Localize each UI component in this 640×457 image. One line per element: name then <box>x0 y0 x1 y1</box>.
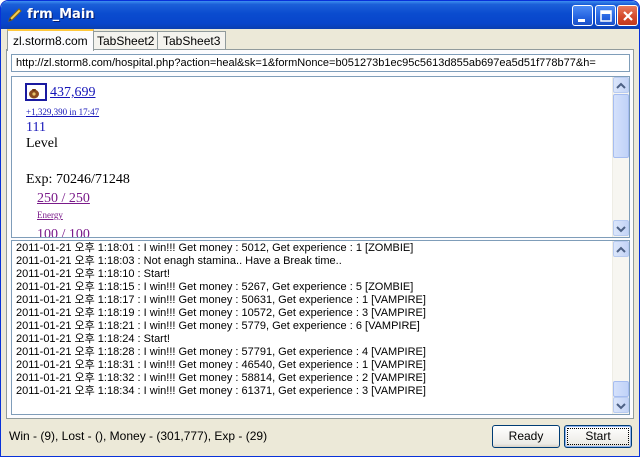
log-line: 2011-01-21 오후 1:18:24 : Start! <box>16 333 170 345</box>
main-window: frm_Main zl.storm8.com TabSheet2 TabShee… <box>0 0 640 457</box>
title-bar[interactable]: frm_Main <box>1 1 639 29</box>
log-line: 2011-01-21 오후 1:18:15 : I win!!! Get mon… <box>16 281 414 293</box>
maximize-icon <box>600 10 612 22</box>
cash-income-link[interactable]: +1,329,390 in 17:47 <box>26 107 99 117</box>
scroll-thumb[interactable] <box>613 94 629 158</box>
log-line: 2011-01-21 오후 1:18:01 : I win!!! Get mon… <box>16 242 414 254</box>
level-label: Level <box>26 136 58 151</box>
chevron-down-icon <box>616 403 626 410</box>
scroll-up-button[interactable] <box>613 77 629 93</box>
log-line: 2011-01-21 오후 1:18:34 : I win!!! Get mon… <box>16 385 426 397</box>
browser-scrollbar[interactable] <box>612 77 629 237</box>
log-line: 2011-01-21 오후 1:18:10 : Start! <box>16 268 170 280</box>
log-memo[interactable]: 2011-01-21 오후 1:18:01 : I win!!! Get mon… <box>11 240 630 415</box>
app-pen-icon <box>7 7 23 23</box>
start-button[interactable]: Start <box>564 425 632 448</box>
log-scroll-up-button[interactable] <box>613 241 629 257</box>
scroll-down-button[interactable] <box>613 220 629 236</box>
log-line: 2011-01-21 오후 1:18:19 : I win!!! Get mon… <box>16 307 426 319</box>
chevron-up-icon <box>616 246 626 253</box>
energy-label-link[interactable]: Energy <box>37 210 63 220</box>
log-line: 2011-01-21 오후 1:18:31 : I win!!! Get mon… <box>16 359 426 371</box>
chevron-down-icon <box>616 226 626 233</box>
tab-tabsheet3[interactable]: TabSheet3 <box>157 31 227 50</box>
cash-link[interactable]: 437,699 <box>50 85 96 101</box>
minimize-button[interactable] <box>572 5 593 26</box>
money-bag-icon[interactable] <box>25 83 47 101</box>
chevron-up-icon <box>616 82 626 89</box>
status-summary: Win - (9), Lost - (), Money - (301,777),… <box>9 429 268 443</box>
url-field[interactable]: http://zl.storm8.com/hospital.php?action… <box>11 54 630 72</box>
log-line: 2011-01-21 오후 1:18:03 : Not enagh stamin… <box>16 255 342 267</box>
log-line: 2011-01-21 오후 1:18:17 : I win!!! Get mon… <box>16 294 426 306</box>
minimize-icon <box>578 19 585 22</box>
close-icon <box>623 11 633 21</box>
log-line: 2011-01-21 오후 1:18:21 : I win!!! Get mon… <box>16 320 420 332</box>
energy-link[interactable]: 250 / 250 <box>37 191 90 207</box>
exp-text: Exp: 70246/71248 <box>26 172 130 187</box>
log-scroll-thumb[interactable] <box>613 381 629 397</box>
log-lines: 2011-01-21 오후 1:18:01 : I win!!! Get mon… <box>16 242 611 398</box>
log-scroll-down-button[interactable] <box>613 397 629 413</box>
log-scrollbar[interactable] <box>612 241 629 414</box>
tab-tabsheet2[interactable]: TabSheet2 <box>91 31 161 50</box>
web-browser[interactable]: 437,699 +1,329,390 in 17:47 111 Level Ex… <box>11 76 630 238</box>
level-value: 111 <box>26 120 46 135</box>
health-link[interactable]: 100 / 100 <box>37 227 90 237</box>
ready-button[interactable]: Ready <box>492 425 560 448</box>
window-title: frm_Main <box>27 7 95 22</box>
close-button[interactable] <box>617 5 638 26</box>
maximize-button[interactable] <box>595 5 616 26</box>
log-line: 2011-01-21 오후 1:18:32 : I win!!! Get mon… <box>16 372 426 384</box>
tab-zl-storm8[interactable]: zl.storm8.com <box>7 29 94 51</box>
log-line: 2011-01-21 오후 1:18:28 : I win!!! Get mon… <box>16 346 426 358</box>
web-content: 437,699 +1,329,390 in 17:47 111 Level Ex… <box>12 77 612 237</box>
tab-panel: http://zl.storm8.com/hospital.php?action… <box>6 49 634 419</box>
